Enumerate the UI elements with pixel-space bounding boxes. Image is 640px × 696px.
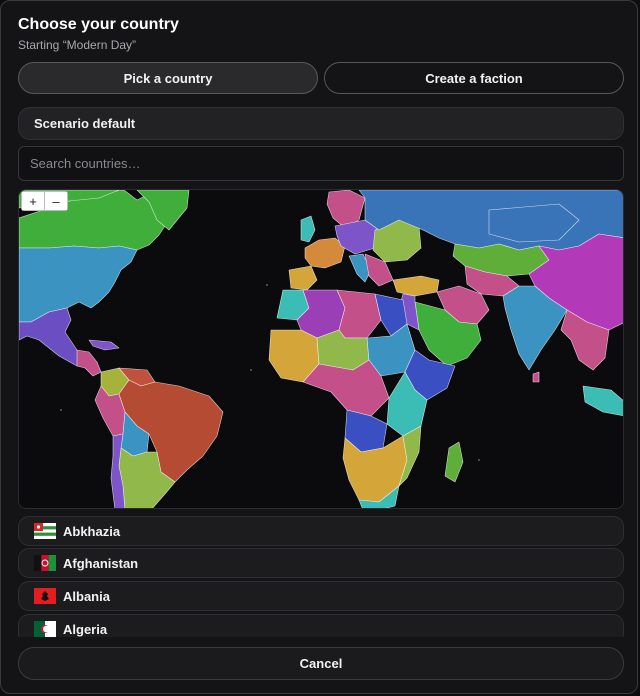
country-name: Albania bbox=[63, 588, 110, 604]
dialog-subtitle: Starting “Modern Day” bbox=[18, 38, 137, 52]
afghanistan-flag-icon bbox=[34, 555, 56, 571]
dialog-title: Choose your country bbox=[18, 16, 179, 33]
cancel-button[interactable]: Cancel bbox=[18, 647, 624, 680]
zoom-out-button[interactable]: – bbox=[44, 192, 67, 210]
country-row-algeria[interactable]: Algeria bbox=[18, 614, 624, 637]
country-row-abkhazia[interactable]: Abkhazia bbox=[18, 516, 624, 546]
tab-create-faction[interactable]: Create a faction bbox=[324, 62, 624, 94]
zoom-controls: + – bbox=[21, 191, 68, 211]
country-name: Algeria bbox=[63, 621, 108, 637]
map-region-sri-lanka bbox=[532, 371, 540, 383]
albania-flag-icon bbox=[34, 588, 56, 604]
country-name: Afghanistan bbox=[63, 555, 139, 571]
zoom-in-button[interactable]: + bbox=[22, 192, 44, 210]
search-input[interactable] bbox=[18, 146, 624, 181]
world-map[interactable]: + – bbox=[18, 189, 624, 509]
country-list: Abkhazia Afghanistan Albania Algeria bbox=[18, 516, 624, 637]
country-row-albania[interactable]: Albania bbox=[18, 581, 624, 611]
abkhazia-flag-icon bbox=[34, 523, 56, 539]
country-name: Abkhazia bbox=[63, 523, 121, 539]
choose-country-dialog: Choose your country Starting “Modern Day… bbox=[0, 0, 638, 694]
scenario-label: Scenario default bbox=[34, 116, 136, 131]
tab-pick-country[interactable]: Pick a country bbox=[18, 62, 318, 94]
scenario-select[interactable]: Scenario default bbox=[18, 107, 624, 140]
world-map-canvas[interactable] bbox=[19, 190, 624, 509]
country-row-afghanistan[interactable]: Afghanistan bbox=[18, 548, 624, 578]
algeria-flag-icon bbox=[34, 621, 56, 637]
